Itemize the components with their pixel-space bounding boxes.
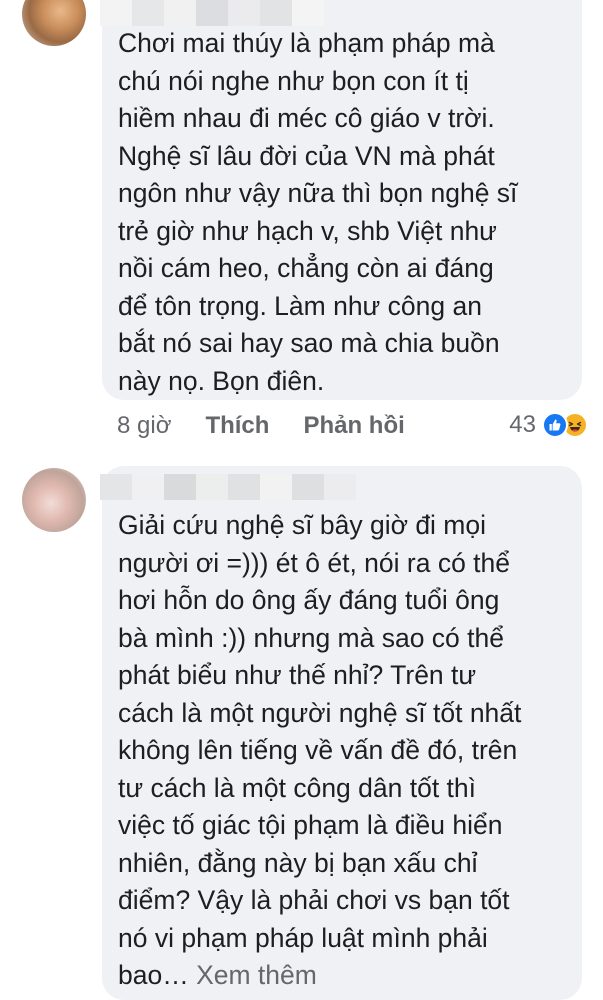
commenter-avatar[interactable] xyxy=(22,0,86,46)
comment-line: bắt nó sai hay sao mà chia buồn xyxy=(118,328,500,358)
comment-last-line: bao… Xem thêm xyxy=(118,957,588,995)
comment-line: hiềm nhau đi méc cô giáo v trời. xyxy=(118,103,495,133)
comment-line: cách là một người nghệ sĩ tốt nhất xyxy=(118,697,522,728)
like-icon xyxy=(542,412,568,438)
see-more-link[interactable]: Xem thêm xyxy=(189,960,317,990)
comment-line: này nọ. Bọn điên. xyxy=(118,365,325,396)
comment-line: người ơi =))) ét ô ét, nói ra có thể xyxy=(118,547,511,578)
comment-line: Nghệ sĩ lâu đời của VN mà phát xyxy=(118,140,495,171)
comment-line: hơi hỗn do ông ấy đáng tuổi ông xyxy=(118,585,500,615)
blurred-commenter-name[interactable] xyxy=(100,474,356,500)
comment-text: Chơi mai thúy là phạm pháp mà chú nói ng… xyxy=(118,25,588,400)
reply-button[interactable]: Phản hồi xyxy=(303,412,404,440)
comment-line: tư cách là một công dân tốt thì xyxy=(118,772,477,803)
comment-line: phát biểu như thế nhỉ? Trên tư xyxy=(118,660,477,690)
comment-line: chú nói nghe như bọn con ít tị xyxy=(118,65,469,96)
comment-line: không lên tiếng về vấn đề đó, trên xyxy=(118,735,518,765)
comment-line: điểm? Vậy là phải chơi vs bạn tốt xyxy=(118,885,510,915)
comment-line: Chơi mai thúy là phạm pháp mà xyxy=(118,28,495,58)
reaction-count: 43 xyxy=(509,411,536,438)
comment-line: nó vi phạm pháp luật mình phải xyxy=(118,922,488,953)
comment-line: trẻ giờ như hạch v, shb Việt như xyxy=(118,215,497,246)
comment-timestamp[interactable]: 8 giờ xyxy=(117,412,171,440)
comment-line: bà mình :)) nhưng mà sao có thể xyxy=(118,622,504,653)
comment-line: nồi cám heo, chẳng còn ai đáng xyxy=(118,253,494,283)
comment-actions: 8 giờ Thích Phản hồi xyxy=(117,412,439,440)
comment-line: ngôn như vậy nữa thì bọn nghệ sĩ xyxy=(118,178,518,208)
reaction-summary[interactable]: 43 xyxy=(509,411,588,439)
like-button[interactable]: Thích xyxy=(205,412,269,440)
comment-line: để tôn trọng. Làm như công an xyxy=(118,290,482,321)
comment-line: nhiên, đằng này bị bạn xấu chỉ xyxy=(118,847,478,878)
comment-text: Giải cứu nghệ sĩ bây giờ đi mọi người ơi… xyxy=(118,507,588,995)
blurred-commenter-name[interactable] xyxy=(100,0,324,26)
comment-line: Giải cứu nghệ sĩ bây giờ đi mọi xyxy=(118,510,487,540)
comment-line: việc tố giác tội phạm là điều hiển xyxy=(118,810,503,840)
commenter-avatar[interactable] xyxy=(22,468,86,532)
truncated-text: bao… xyxy=(118,960,189,990)
